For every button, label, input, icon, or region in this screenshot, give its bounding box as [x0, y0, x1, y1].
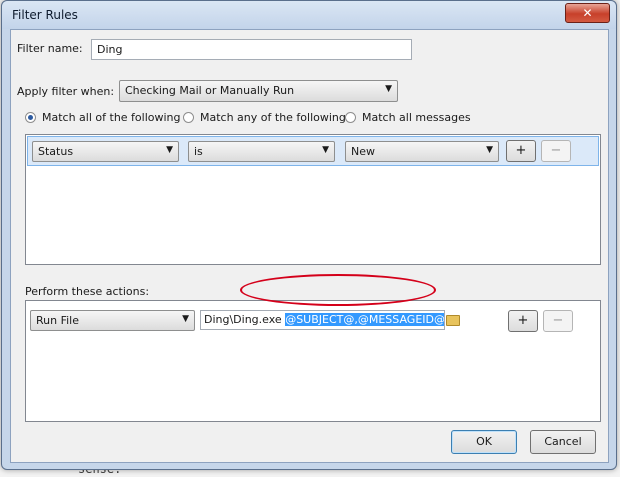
rules-list[interactable]: Status ▼ is ▼ New ▼ + − — [25, 134, 601, 265]
radio-selected-icon — [25, 112, 36, 123]
chevron-down-icon: ▼ — [385, 84, 392, 94]
close-button[interactable]: ✕ — [565, 3, 610, 23]
action-type-dropdown[interactable]: Run File ▼ — [30, 310, 195, 331]
chevron-down-icon: ▼ — [182, 314, 189, 324]
plus-icon: + — [517, 313, 529, 328]
apply-when-label: Apply filter when: — [17, 85, 115, 98]
apply-when-value: Checking Mail or Manually Run — [125, 84, 295, 97]
action-path-input[interactable]: Ding\Ding.exe @SUBJECT@,@MESSAGEID@ — [200, 310, 445, 330]
radio-match-any[interactable]: Match any of the following — [183, 111, 346, 124]
action-type-value: Run File — [36, 314, 79, 327]
window-title: Filter Rules — [12, 8, 78, 22]
plus-icon: + — [515, 143, 527, 158]
add-action-button[interactable]: + — [508, 310, 538, 332]
rule-operator-value: is — [194, 145, 203, 158]
radio-unselected-icon — [183, 112, 194, 123]
remove-action-button[interactable]: − — [543, 310, 573, 332]
radio-match-all-messages[interactable]: Match all messages — [345, 111, 471, 124]
radio-match-all-messages-label: Match all messages — [362, 111, 471, 124]
action-path-selected-text: @SUBJECT@,@MESSAGEID@ — [285, 313, 445, 326]
rule-field-dropdown[interactable]: Status ▼ — [32, 141, 179, 162]
action-path-text: Ding\Ding.exe — [204, 313, 286, 326]
radio-match-any-label: Match any of the following — [200, 111, 346, 124]
actions-label: Perform these actions: — [25, 285, 150, 298]
filter-rules-dialog: Filter Rules ✕ Filter name: Ding Apply f… — [1, 0, 617, 470]
filter-name-label: Filter name: — [17, 42, 83, 55]
minus-icon: − — [552, 313, 564, 328]
minus-icon: − — [550, 143, 562, 158]
apply-when-dropdown[interactable]: Checking Mail or Manually Run ▼ — [119, 80, 398, 102]
rule-value-value: New — [351, 145, 375, 158]
rule-row[interactable]: Status ▼ is ▼ New ▼ + − — [27, 136, 599, 166]
rule-operator-dropdown[interactable]: is ▼ — [188, 141, 335, 162]
annotation-ellipse — [240, 274, 436, 306]
cancel-button[interactable]: Cancel — [530, 430, 596, 454]
close-icon: ✕ — [582, 6, 593, 20]
filter-name-input[interactable]: Ding — [91, 39, 412, 60]
add-rule-button[interactable]: + — [506, 140, 536, 162]
ok-button[interactable]: OK — [451, 430, 517, 454]
radio-unselected-icon — [345, 112, 356, 123]
folder-icon[interactable] — [446, 315, 460, 326]
radio-match-all-label: Match all of the following — [42, 111, 181, 124]
radio-match-all[interactable]: Match all of the following — [25, 111, 181, 124]
remove-rule-button[interactable]: − — [541, 140, 571, 162]
title-bar[interactable]: Filter Rules ✕ — [2, 1, 616, 29]
rule-value-dropdown[interactable]: New ▼ — [345, 141, 499, 162]
chevron-down-icon: ▼ — [486, 145, 493, 155]
actions-list[interactable]: Run File ▼ Ding\Ding.exe @SUBJECT@,@MESS… — [25, 300, 601, 422]
chevron-down-icon: ▼ — [322, 145, 329, 155]
rule-field-value: Status — [38, 145, 74, 158]
chevron-down-icon: ▼ — [166, 145, 173, 155]
dialog-body: Filter name: Ding Apply filter when: Che… — [10, 29, 609, 463]
